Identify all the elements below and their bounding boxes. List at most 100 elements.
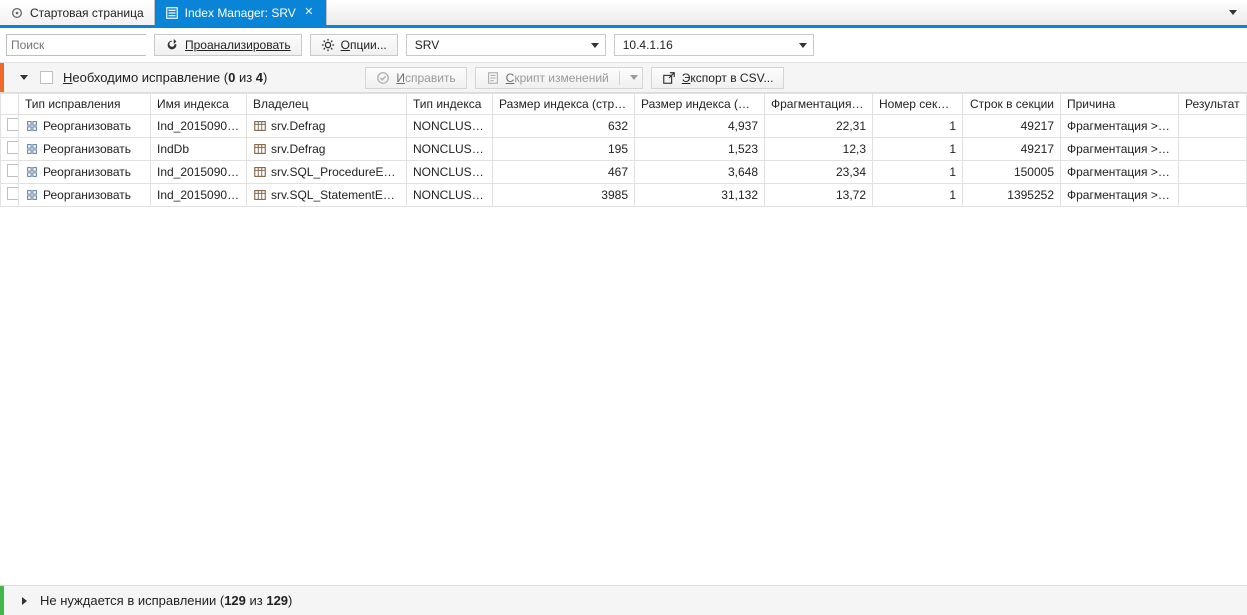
col-rows-section[interactable]: Строк в секции — [963, 94, 1061, 115]
cell-section-no: 1 — [873, 138, 963, 161]
tab-overflow-menu[interactable] — [1219, 0, 1247, 25]
index-grid: Тип исправления Имя индекса Владелец Тип… — [0, 93, 1247, 207]
cell-index-type: NONCLUSTERED — [407, 184, 493, 207]
col-section-no[interactable]: Номер секции — [873, 94, 963, 115]
cell-size-mb: 4,937 — [635, 115, 765, 138]
cell-index-name: Ind_20150901_150405 — [151, 161, 247, 184]
cell-result — [1179, 161, 1247, 184]
col-checkbox[interactable] — [1, 94, 19, 115]
orange-gutter — [0, 63, 4, 92]
cell-owner: srv.Defrag — [271, 119, 325, 133]
tab-strip: Стартовая страница Index Manager: SRV ✕ — [0, 0, 1247, 26]
row-checkbox[interactable] — [7, 118, 19, 131]
cell-size-mb: 31,132 — [635, 184, 765, 207]
cell-size-pages: 632 — [493, 115, 635, 138]
select-all-checkbox[interactable] — [40, 71, 53, 84]
cell-size-mb: 3,648 — [635, 161, 765, 184]
cell-owner: srv.SQL_StatementExecStat — [271, 188, 407, 202]
table-icon — [253, 165, 267, 179]
reorganize-icon — [25, 119, 39, 133]
table-icon — [253, 142, 267, 156]
cell-rows-section: 150005 — [963, 161, 1061, 184]
col-result[interactable]: Результат — [1179, 94, 1247, 115]
col-fix-type[interactable]: Тип исправления — [19, 94, 151, 115]
tab-start-page[interactable]: Стартовая страница — [0, 0, 155, 25]
cell-fix-type: Реорганизовать — [43, 188, 131, 202]
analyze-button[interactable]: Проанализировать — [154, 34, 302, 56]
cell-size-pages: 467 — [493, 161, 635, 184]
row-checkbox[interactable] — [7, 141, 19, 154]
analyze-label-u: Проанализировать — [185, 38, 291, 52]
search-input[interactable] — [7, 35, 170, 55]
chevron-down-icon — [1229, 10, 1237, 15]
collapse-toggle[interactable] — [18, 72, 30, 84]
ip-selector[interactable]: 10.4.1.16 — [614, 34, 814, 56]
table-icon — [253, 188, 267, 202]
export-icon — [662, 71, 676, 85]
col-frag-pct[interactable]: Фрагментация (%) — [765, 94, 873, 115]
fix-label-post: справить — [405, 71, 456, 85]
grid-scroll[interactable]: Тип исправления Имя индекса Владелец Тип… — [0, 93, 1247, 579]
cell-frag-pct: 13,72 — [765, 184, 873, 207]
cell-section-no: 1 — [873, 161, 963, 184]
toolbar: ✕ Проанализировать Опции... SRV 10.4.1.1… — [0, 26, 1247, 63]
script-icon — [486, 71, 500, 85]
cell-index-name: Ind_20150901_144942 — [151, 184, 247, 207]
cell-size-pages: 195 — [493, 138, 635, 161]
table-icon — [253, 119, 267, 133]
needs-fix-title: Необходимо исправление (0 из 4) — [63, 70, 267, 85]
table-row[interactable]: Реорганизовать Ind_20150901_144942 srv.S… — [1, 184, 1247, 207]
export-csv-button[interactable]: Экспорт в CSV... — [651, 67, 785, 89]
script-label-post: крипт изменений — [514, 71, 608, 85]
no-fix-title: Не нуждается в исправлении (129 из 129) — [40, 593, 292, 608]
expand-toggle[interactable] — [18, 595, 30, 607]
cell-reason: Фрагментация >= 10 — [1061, 184, 1179, 207]
cell-size-mb: 1,523 — [635, 138, 765, 161]
row-checkbox[interactable] — [7, 187, 19, 200]
table-row[interactable]: Реорганизовать Ind_20150901_141923 srv.D… — [1, 115, 1247, 138]
cell-reason: Фрагментация >= 10 — [1061, 115, 1179, 138]
server-value: SRV — [415, 38, 439, 52]
tab-index-manager[interactable]: Index Manager: SRV ✕ — [155, 0, 327, 25]
col-index-name[interactable]: Имя индекса — [151, 94, 247, 115]
fix-button[interactable]: Исправить — [365, 67, 466, 89]
panel-actions: Исправить Скрипт изменений Экспорт в CSV… — [357, 67, 784, 89]
needs-fix-header: Необходимо исправление (0 из 4) Исправит… — [0, 63, 1247, 93]
fix-label-pre: И — [396, 71, 405, 85]
tab-close-icon[interactable]: ✕ — [302, 6, 316, 20]
cell-frag-pct: 22,31 — [765, 115, 873, 138]
server-selector[interactable]: SRV — [406, 34, 606, 56]
cell-section-no: 1 — [873, 115, 963, 138]
cell-index-type: NONCLUSTERED — [407, 115, 493, 138]
reorganize-icon — [25, 165, 39, 179]
cell-index-type: NONCLUSTERED — [407, 138, 493, 161]
tab-start-label: Стартовая страница — [30, 6, 144, 20]
table-row[interactable]: Реорганизовать Ind_20150901_150405 srv.S… — [1, 161, 1247, 184]
search-box: ✕ — [6, 34, 146, 56]
script-changes-button[interactable]: Скрипт изменений — [475, 67, 643, 89]
cell-frag-pct: 23,34 — [765, 161, 873, 184]
cell-frag-pct: 12,3 — [765, 138, 873, 161]
col-size-pages[interactable]: Размер индекса (страниц) — [493, 94, 635, 115]
col-reason[interactable]: Причина — [1061, 94, 1179, 115]
cell-fix-type: Реорганизовать — [43, 142, 131, 156]
cell-result — [1179, 138, 1247, 161]
export-label-post: кспорт в CSV... — [690, 71, 773, 85]
cell-index-name: IndDb — [151, 138, 247, 161]
reorganize-icon — [25, 142, 39, 156]
ip-value: 10.4.1.16 — [623, 38, 673, 52]
cell-fix-type: Реорганизовать — [43, 165, 131, 179]
no-fix-needed-header: Не нуждается в исправлении (129 из 129) — [0, 585, 1247, 615]
chevron-down-icon — [20, 75, 28, 80]
cell-size-pages: 3985 — [493, 184, 635, 207]
options-button[interactable]: Опции... — [310, 34, 398, 56]
col-size-mb[interactable]: Размер индекса (Мб) — [635, 94, 765, 115]
cell-result — [1179, 184, 1247, 207]
options-label-post: пции... — [350, 38, 387, 52]
reorganize-icon — [25, 188, 39, 202]
table-row[interactable]: Реорганизовать IndDb srv.Defrag NONCLUST… — [1, 138, 1247, 161]
col-index-type[interactable]: Тип индекса — [407, 94, 493, 115]
col-owner[interactable]: Владелец — [247, 94, 407, 115]
row-checkbox[interactable] — [7, 164, 19, 177]
chevron-down-icon[interactable] — [630, 75, 638, 80]
